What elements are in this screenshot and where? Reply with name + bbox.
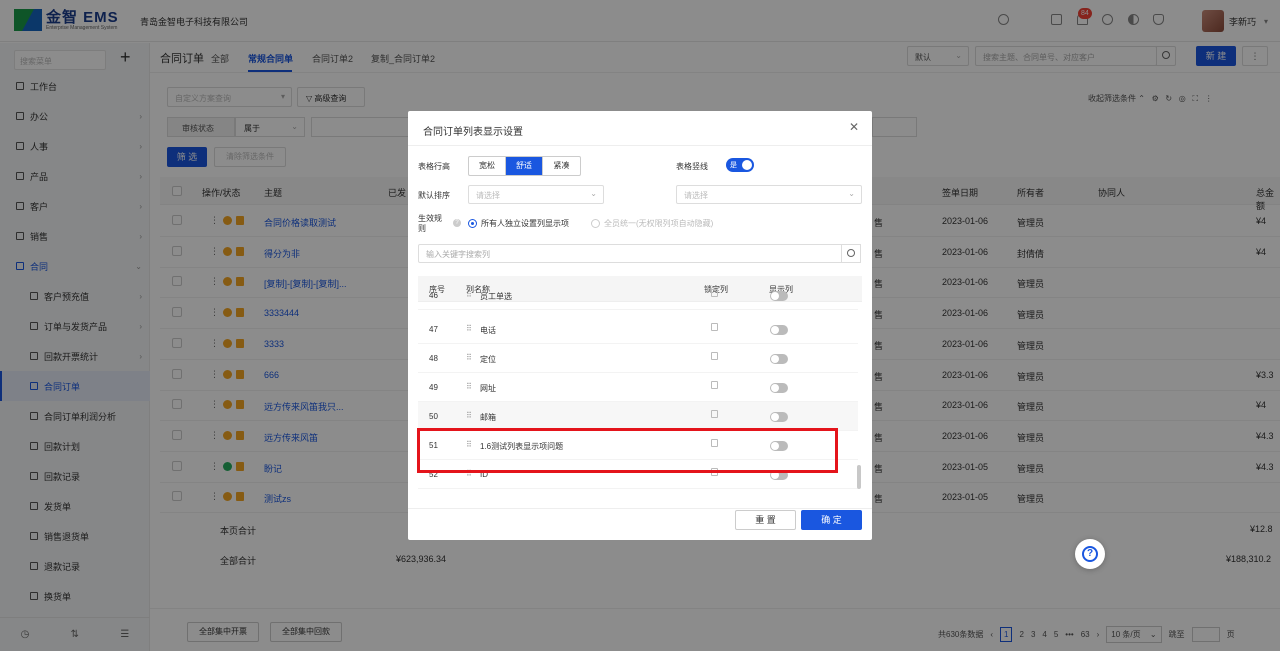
- show-column-toggle[interactable]: [770, 383, 788, 393]
- column-row[interactable]: 49 ⠿ 网址: [418, 373, 858, 402]
- row-height-comfortable[interactable]: 舒适: [506, 157, 543, 175]
- rule-independent-radio[interactable]: 所有人独立设置列显示项: [468, 218, 569, 229]
- column-index: 47: [429, 325, 438, 334]
- drag-handle-icon[interactable]: ⠿: [466, 353, 472, 362]
- column-search-button[interactable]: [841, 244, 861, 263]
- column-row[interactable]: 48 ⠿ 定位: [418, 344, 858, 373]
- drag-handle-icon[interactable]: ⠿: [466, 411, 472, 420]
- divider: [408, 145, 872, 146]
- column-row[interactable]: 50 ⠿ 邮箱: [418, 402, 858, 431]
- column-name: 邮箱: [480, 413, 496, 422]
- chevron-down-icon: ⌄: [848, 189, 855, 198]
- dialog-title: 合同订单列表显示设置: [423, 127, 523, 138]
- column-name: 电话: [480, 326, 496, 335]
- column-search-input[interactable]: 输入关键字搜索列: [418, 244, 842, 263]
- question-icon: ?: [1082, 546, 1098, 562]
- drag-handle-icon[interactable]: ⠿: [466, 290, 472, 299]
- column-index: 46: [429, 291, 438, 300]
- show-column-toggle[interactable]: [770, 291, 788, 301]
- highlight-annotation: [417, 428, 838, 473]
- lock-icon[interactable]: [711, 323, 718, 331]
- column-index: 48: [429, 354, 438, 363]
- lock-icon[interactable]: [711, 381, 718, 389]
- help-icon[interactable]: ?: [453, 219, 461, 227]
- close-icon[interactable]: ✕: [849, 120, 859, 134]
- column-row[interactable]: 46 ⠿ 员工单选: [418, 281, 858, 310]
- row-height-loose[interactable]: 宽松: [469, 157, 506, 175]
- chevron-down-icon: ⌄: [590, 189, 597, 198]
- row-height-segment: 宽松 舒适 紧凑: [468, 156, 581, 176]
- show-column-toggle[interactable]: [770, 354, 788, 364]
- sort-field-select[interactable]: 请选择 ⌄: [468, 185, 604, 204]
- lock-icon[interactable]: [711, 410, 718, 418]
- column-name: 员工单选: [480, 292, 512, 301]
- help-button[interactable]: ?: [1075, 539, 1105, 569]
- column-index: 50: [429, 412, 438, 421]
- sort-order-select[interactable]: 请选择 ⌄: [676, 185, 862, 204]
- row-height-compact[interactable]: 紧凑: [543, 157, 580, 175]
- column-settings-dialog: 合同订单列表显示设置 ✕ 表格行高 宽松 舒适 紧凑 表格竖线 是 默认排序 请…: [408, 111, 872, 540]
- lock-icon[interactable]: [711, 289, 718, 297]
- show-column-toggle[interactable]: [770, 412, 788, 422]
- scrollbar[interactable]: [857, 465, 861, 489]
- lock-icon[interactable]: [711, 352, 718, 360]
- column-index: 49: [429, 383, 438, 392]
- divider: [408, 508, 872, 509]
- rule-unified-radio[interactable]: 全员统一(无权限列项自动隐藏): [591, 218, 713, 229]
- drag-handle-icon[interactable]: ⠿: [466, 382, 472, 391]
- show-column-toggle[interactable]: [770, 325, 788, 335]
- vertical-lines-toggle[interactable]: 是: [726, 158, 754, 172]
- search-icon: [847, 249, 855, 257]
- column-name: 定位: [480, 355, 496, 364]
- confirm-button[interactable]: 确 定: [801, 510, 862, 530]
- reset-button[interactable]: 重 置: [735, 510, 796, 530]
- drag-handle-icon[interactable]: ⠿: [466, 324, 472, 333]
- column-name: 网址: [480, 384, 496, 393]
- column-row[interactable]: 47 ⠿ 电话: [418, 315, 858, 344]
